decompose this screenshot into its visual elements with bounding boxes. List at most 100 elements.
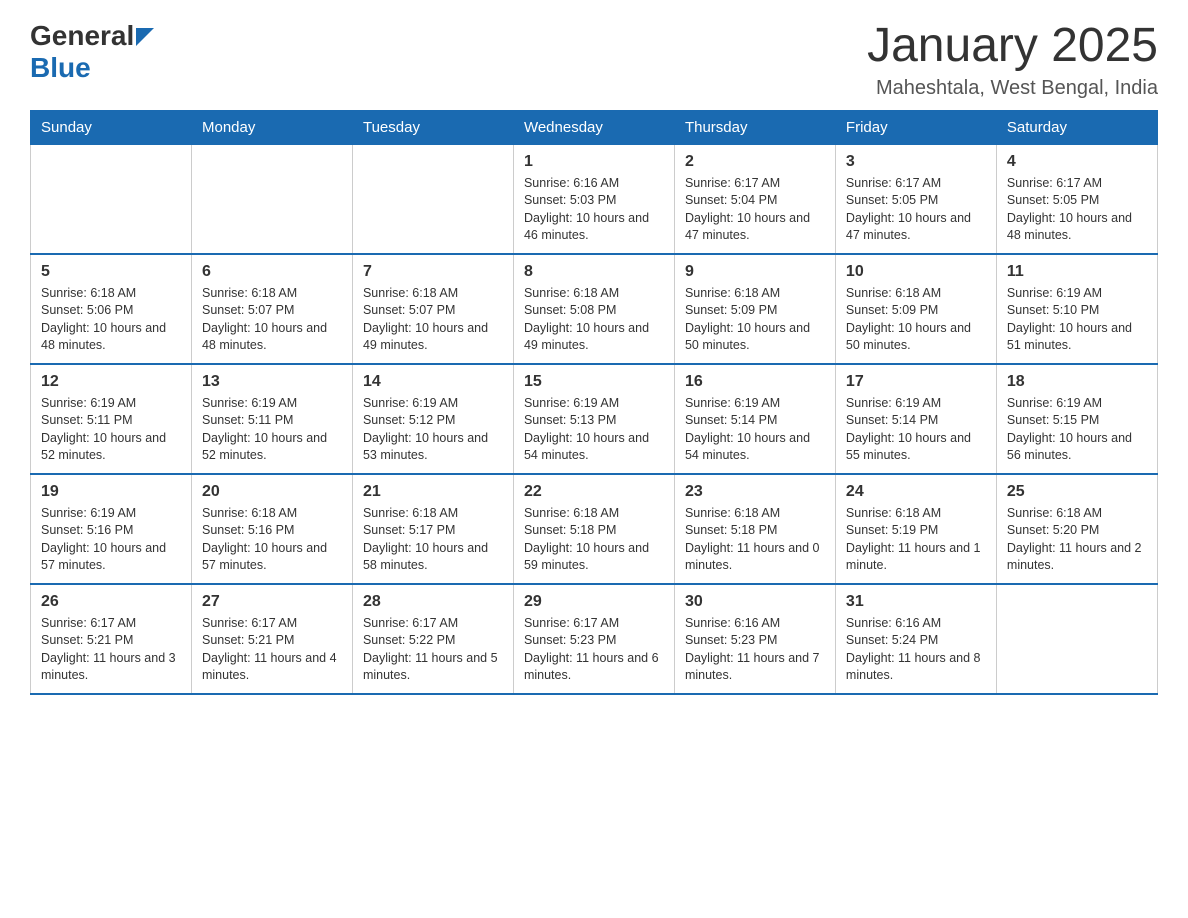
day-info: Sunrise: 6:19 AM Sunset: 5:11 PM Dayligh… [202, 395, 342, 465]
day-info: Sunrise: 6:18 AM Sunset: 5:09 PM Dayligh… [846, 285, 986, 355]
calendar-day-cell: 20Sunrise: 6:18 AM Sunset: 5:16 PM Dayli… [191, 474, 352, 584]
calendar-week-row: 26 Sunrise: 6:17 AM Sunset: 5:21 PM Dayli… [31, 584, 1158, 694]
calendar-day-cell [352, 144, 513, 254]
day-info: Sunrise: 6:18 AM Sunset: 5:20 PM Dayligh… [1007, 505, 1147, 575]
calendar-day-cell: 1 Sunrise: 6:16 AM Sunset: 5:03 PM Daylig… [513, 144, 674, 254]
calendar-day-header: Monday [191, 110, 352, 144]
day-info: Sunrise: 6:17 AM Sunset: 5:05 PM Dayligh… [1007, 175, 1147, 245]
calendar-day-cell: 21 Sunrise: 6:18 AM Sunset: 5:17 PM Dayli… [352, 474, 513, 584]
day-number: 20 [202, 483, 342, 501]
calendar-table: SundayMondayTuesdayWednesdayThursdayFrid… [30, 110, 1158, 695]
day-number: 26 [41, 593, 181, 611]
day-info: Sunrise: 6:17 AM Sunset: 5:21 PM Dayligh… [41, 615, 181, 685]
day-info: Sunrise: 6:18 AM Sunset: 5:06 PM Dayligh… [41, 285, 181, 355]
calendar-day-cell [31, 144, 192, 254]
calendar-day-cell: 27 Sunrise: 6:17 AM Sunset: 5:21 PM Dayli… [191, 584, 352, 694]
calendar-day-cell: 18Sunrise: 6:19 AM Sunset: 5:15 PM Dayli… [996, 364, 1157, 474]
day-number: 1 [524, 153, 664, 171]
day-number: 6 [202, 263, 342, 281]
calendar-day-cell: 14 Sunrise: 6:19 AM Sunset: 5:12 PM Dayli… [352, 364, 513, 474]
logo-blue-text: Blue [30, 52, 91, 84]
calendar-header-row: SundayMondayTuesdayWednesdayThursdayFrid… [31, 110, 1158, 144]
day-number: 11 [1007, 263, 1147, 281]
day-info: Sunrise: 6:18 AM Sunset: 5:17 PM Dayligh… [363, 505, 503, 575]
calendar-day-cell: 9Sunrise: 6:18 AM Sunset: 5:09 PM Daylig… [674, 254, 835, 364]
calendar-day-header: Tuesday [352, 110, 513, 144]
day-info: Sunrise: 6:17 AM Sunset: 5:21 PM Dayligh… [202, 615, 342, 685]
day-number: 24 [846, 483, 986, 501]
calendar-week-row: 1 Sunrise: 6:16 AM Sunset: 5:03 PM Daylig… [31, 144, 1158, 254]
day-number: 4 [1007, 153, 1147, 171]
calendar-header: SundayMondayTuesdayWednesdayThursdayFrid… [31, 110, 1158, 144]
page-header: General Blue January 2025 Maheshtala, We… [30, 20, 1158, 100]
calendar-day-header: Saturday [996, 110, 1157, 144]
calendar-day-cell: 25 Sunrise: 6:18 AM Sunset: 5:20 PM Dayli… [996, 474, 1157, 584]
day-number: 27 [202, 593, 342, 611]
calendar-day-cell: 30 Sunrise: 6:16 AM Sunset: 5:23 PM Dayli… [674, 584, 835, 694]
page-title: January 2025 [867, 20, 1158, 73]
calendar-week-row: 19Sunrise: 6:19 AM Sunset: 5:16 PM Dayli… [31, 474, 1158, 584]
day-info: Sunrise: 6:18 AM Sunset: 5:08 PM Dayligh… [524, 285, 664, 355]
day-info: Sunrise: 6:16 AM Sunset: 5:03 PM Dayligh… [524, 175, 664, 245]
calendar-day-cell: 4 Sunrise: 6:17 AM Sunset: 5:05 PM Daylig… [996, 144, 1157, 254]
page-subtitle: Maheshtala, West Bengal, India [867, 77, 1158, 100]
calendar-day-cell: 19Sunrise: 6:19 AM Sunset: 5:16 PM Dayli… [31, 474, 192, 584]
day-info: Sunrise: 6:19 AM Sunset: 5:10 PM Dayligh… [1007, 285, 1147, 355]
day-info: Sunrise: 6:18 AM Sunset: 5:19 PM Dayligh… [846, 505, 986, 575]
calendar-day-cell: 11 Sunrise: 6:19 AM Sunset: 5:10 PM Dayli… [996, 254, 1157, 364]
day-info: Sunrise: 6:17 AM Sunset: 5:23 PM Dayligh… [524, 615, 664, 685]
day-number: 28 [363, 593, 503, 611]
day-info: Sunrise: 6:19 AM Sunset: 5:12 PM Dayligh… [363, 395, 503, 465]
day-number: 10 [846, 263, 986, 281]
day-info: Sunrise: 6:18 AM Sunset: 5:07 PM Dayligh… [202, 285, 342, 355]
calendar-day-cell: 12Sunrise: 6:19 AM Sunset: 5:11 PM Dayli… [31, 364, 192, 474]
day-number: 21 [363, 483, 503, 501]
calendar-day-cell: 8 Sunrise: 6:18 AM Sunset: 5:08 PM Daylig… [513, 254, 674, 364]
calendar-body: 1 Sunrise: 6:16 AM Sunset: 5:03 PM Daylig… [31, 144, 1158, 694]
day-number: 14 [363, 373, 503, 391]
day-number: 31 [846, 593, 986, 611]
day-number: 19 [41, 483, 181, 501]
day-number: 15 [524, 373, 664, 391]
calendar-day-cell: 22Sunrise: 6:18 AM Sunset: 5:18 PM Dayli… [513, 474, 674, 584]
day-info: Sunrise: 6:18 AM Sunset: 5:07 PM Dayligh… [363, 285, 503, 355]
day-info: Sunrise: 6:16 AM Sunset: 5:24 PM Dayligh… [846, 615, 986, 685]
calendar-week-row: 12 Sunrise: 6:19 AM Sunset: 5:11 PM Dayli… [31, 364, 1158, 474]
calendar-day-cell: 26 Sunrise: 6:17 AM Sunset: 5:21 PM Dayli… [31, 584, 192, 694]
day-info: Sunrise: 6:18 AM Sunset: 5:18 PM Dayligh… [685, 505, 825, 575]
day-info: Sunrise: 6:17 AM Sunset: 5:04 PM Dayligh… [685, 175, 825, 245]
calendar-day-cell: 15 Sunrise: 6:19 AM Sunset: 5:13 PM Dayli… [513, 364, 674, 474]
day-info: Sunrise: 6:16 AM Sunset: 5:23 PM Dayligh… [685, 615, 825, 685]
day-info: Sunrise: 6:19 AM Sunset: 5:15 PM Dayligh… [1007, 395, 1147, 465]
day-info: Sunrise: 6:18 AM Sunset: 5:09 PM Dayligh… [685, 285, 825, 355]
calendar-day-header: Thursday [674, 110, 835, 144]
day-info: Sunrise: 6:17 AM Sunset: 5:05 PM Dayligh… [846, 175, 986, 245]
calendar-day-cell: 5Sunrise: 6:18 AM Sunset: 5:06 PM Daylig… [31, 254, 192, 364]
calendar-day-cell: 31 Sunrise: 6:16 AM Sunset: 5:24 PM Dayli… [835, 584, 996, 694]
logo-triangle-icon [136, 28, 154, 46]
day-info: Sunrise: 6:17 AM Sunset: 5:22 PM Dayligh… [363, 615, 503, 685]
calendar-day-cell: 23Sunrise: 6:18 AM Sunset: 5:18 PM Dayli… [674, 474, 835, 584]
calendar-day-cell: 24 Sunrise: 6:18 AM Sunset: 5:19 PM Dayli… [835, 474, 996, 584]
calendar-day-cell: 6 Sunrise: 6:18 AM Sunset: 5:07 PM Daylig… [191, 254, 352, 364]
calendar-day-header: Wednesday [513, 110, 674, 144]
day-number: 7 [363, 263, 503, 281]
title-section: January 2025 Maheshtala, West Bengal, In… [867, 20, 1158, 100]
day-number: 13 [202, 373, 342, 391]
calendar-day-cell: 16Sunrise: 6:19 AM Sunset: 5:14 PM Dayli… [674, 364, 835, 474]
day-number: 12 [41, 373, 181, 391]
day-number: 30 [685, 593, 825, 611]
day-info: Sunrise: 6:19 AM Sunset: 5:13 PM Dayligh… [524, 395, 664, 465]
calendar-day-cell: 3Sunrise: 6:17 AM Sunset: 5:05 PM Daylig… [835, 144, 996, 254]
calendar-day-cell: 2Sunrise: 6:17 AM Sunset: 5:04 PM Daylig… [674, 144, 835, 254]
day-number: 25 [1007, 483, 1147, 501]
day-number: 8 [524, 263, 664, 281]
day-number: 17 [846, 373, 986, 391]
logo: General Blue [30, 20, 154, 84]
calendar-day-header: Sunday [31, 110, 192, 144]
calendar-day-cell: 17 Sunrise: 6:19 AM Sunset: 5:14 PM Dayli… [835, 364, 996, 474]
calendar-day-cell [996, 584, 1157, 694]
calendar-day-cell: 7 Sunrise: 6:18 AM Sunset: 5:07 PM Daylig… [352, 254, 513, 364]
day-info: Sunrise: 6:19 AM Sunset: 5:14 PM Dayligh… [846, 395, 986, 465]
day-number: 29 [524, 593, 664, 611]
